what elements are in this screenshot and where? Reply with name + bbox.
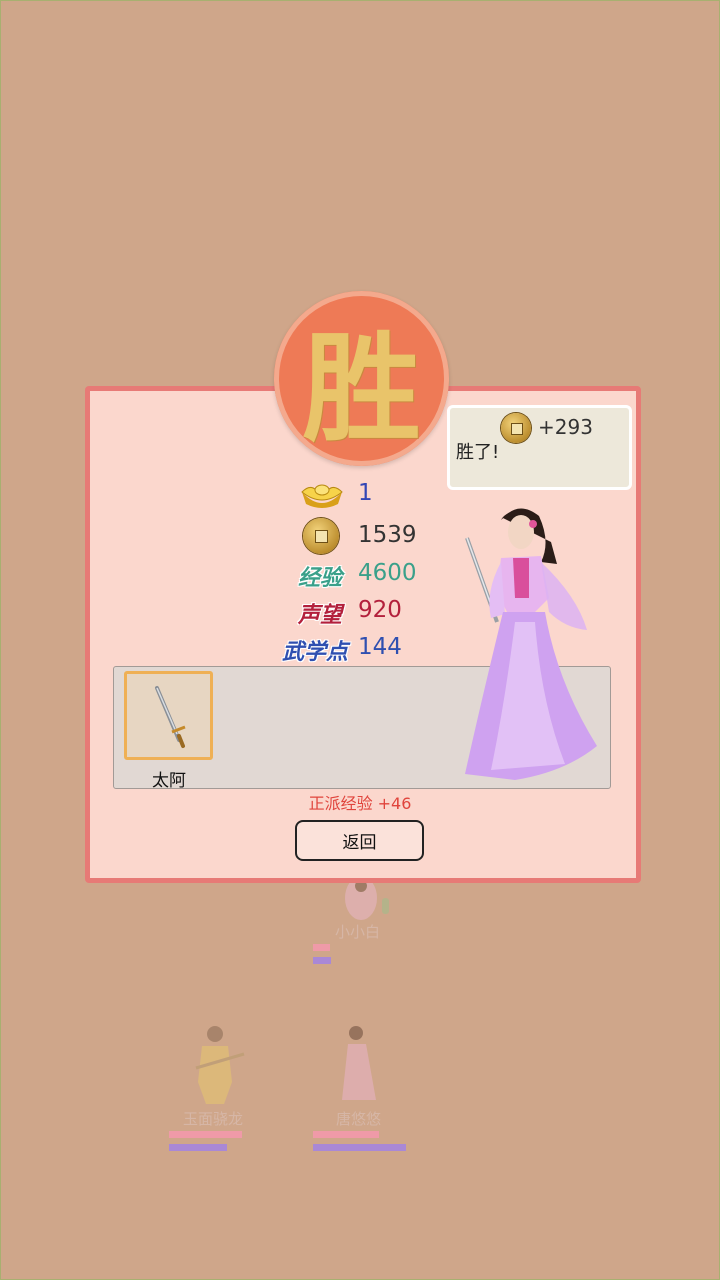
exp-label: 经验 [297, 565, 342, 591]
fame-label: 声望 [297, 602, 342, 628]
bubble-coin-gain: +293 [538, 415, 593, 439]
coins-value: 1539 [358, 522, 417, 548]
ally-sprite-yumianxiaolong [195, 1026, 245, 1104]
ally-sprite-xiaoxiaobai [345, 878, 389, 920]
ally-name-xiaoxiaobai: 小小白 [335, 923, 381, 941]
coin-icon [501, 413, 531, 443]
martial-points-value: 144 [358, 634, 402, 660]
ally-hp-bar [169, 1131, 242, 1138]
faction-exp-gain: 正派经验 +46 [308, 794, 412, 813]
victory-badge: 胜 [274, 291, 449, 466]
ingot-value: 1 [358, 480, 373, 506]
speech-bubble: +293 胜了! [447, 405, 632, 490]
reward-item-slot[interactable] [124, 671, 213, 760]
bubble-text: 胜了! [456, 442, 500, 463]
ally-name-tangyouyou: 唐悠悠 [336, 1110, 382, 1128]
hero-portrait [465, 508, 597, 780]
ally-mp-bar [313, 957, 331, 964]
ally-sprite-tangyouyou [342, 1026, 376, 1100]
ally-mp-bar [169, 1144, 227, 1151]
ally-mp-bar [313, 1144, 406, 1151]
sword-icon [155, 686, 186, 748]
ally-name-yumianxiaolong: 玉面骁龙 [183, 1110, 244, 1128]
ally-hp-bar [313, 944, 330, 951]
martial-points-label: 武学点 [281, 639, 348, 665]
ally-hp-bar [313, 1131, 379, 1138]
fame-value: 920 [358, 597, 402, 623]
exp-value: 4600 [358, 560, 417, 586]
copper-coin-icon [303, 518, 339, 554]
reward-item-name: 太阿 [152, 771, 186, 791]
back-button[interactable]: 返回 [295, 820, 424, 861]
victory-badge-text: 胜 [302, 319, 421, 458]
gold-ingot-icon [301, 484, 343, 508]
